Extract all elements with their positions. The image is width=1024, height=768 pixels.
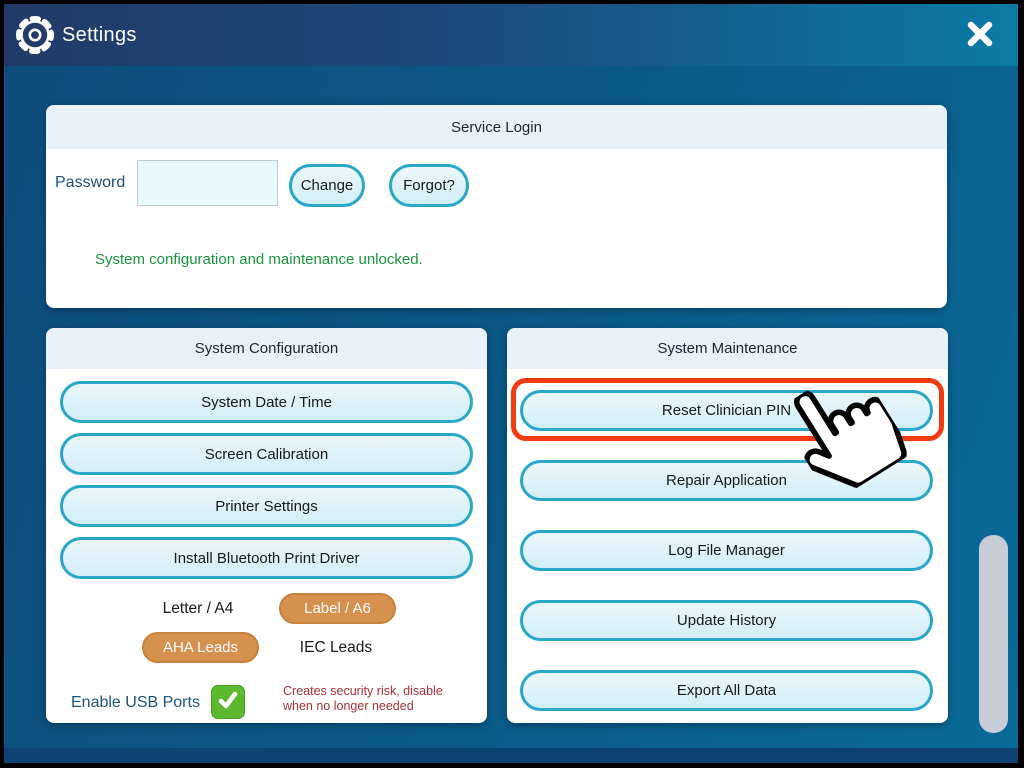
title-bar: Settings xyxy=(4,4,1018,66)
settings-screen: Settings Service Login Password Change F… xyxy=(4,4,1018,763)
system-configuration-title: System Configuration xyxy=(46,328,487,369)
gear-icon xyxy=(13,13,57,62)
paper-option-label-a6-selected[interactable]: Label / A6 xyxy=(279,593,396,624)
password-input[interactable] xyxy=(137,160,278,206)
change-button[interactable]: Change xyxy=(289,164,365,207)
bottom-strip xyxy=(4,748,1018,763)
system-configuration-panel: System Configuration System Date / Time … xyxy=(46,328,487,723)
enable-usb-ports-checkbox[interactable] xyxy=(211,685,245,719)
printer-settings-button[interactable]: Printer Settings xyxy=(60,485,473,527)
scrollbar-thumb[interactable] xyxy=(979,535,1008,733)
password-label: Password xyxy=(55,160,125,206)
usb-warning-text: Creates security risk, disable when no l… xyxy=(283,684,443,714)
unlock-status-message: System configuration and maintenance unl… xyxy=(95,251,423,268)
screen-calibration-button[interactable]: Screen Calibration xyxy=(60,433,473,475)
log-file-manager-button[interactable]: Log File Manager xyxy=(520,530,933,571)
system-maintenance-title: System Maintenance xyxy=(507,328,948,369)
export-all-data-button[interactable]: Export All Data xyxy=(520,670,933,711)
paper-option-letter-a4[interactable]: Letter / A4 xyxy=(108,593,288,624)
usb-warning-line2: when no longer needed xyxy=(283,699,443,714)
forgot-button[interactable]: Forgot? xyxy=(389,164,469,207)
close-icon xyxy=(965,19,995,54)
service-login-panel: Service Login Password Change Forgot? Sy… xyxy=(46,105,947,308)
reset-clinician-pin-button[interactable]: Reset Clinician PIN xyxy=(520,390,933,431)
system-date-time-button[interactable]: System Date / Time xyxy=(60,381,473,423)
enable-usb-ports-label: Enable USB Ports xyxy=(71,686,200,719)
close-button[interactable] xyxy=(960,16,1000,56)
system-maintenance-panel: System Maintenance Reset Clinician PIN R… xyxy=(507,328,948,723)
service-login-title: Service Login xyxy=(46,105,947,149)
check-icon xyxy=(216,688,240,717)
repair-application-button[interactable]: Repair Application xyxy=(520,460,933,501)
update-history-button[interactable]: Update History xyxy=(520,600,933,641)
usb-warning-line1: Creates security risk, disable xyxy=(283,684,443,699)
install-bluetooth-print-driver-button[interactable]: Install Bluetooth Print Driver xyxy=(60,537,473,579)
page-title: Settings xyxy=(62,24,137,47)
leads-option-aha-selected[interactable]: AHA Leads xyxy=(142,632,259,663)
leads-option-iec[interactable]: IEC Leads xyxy=(256,632,416,663)
